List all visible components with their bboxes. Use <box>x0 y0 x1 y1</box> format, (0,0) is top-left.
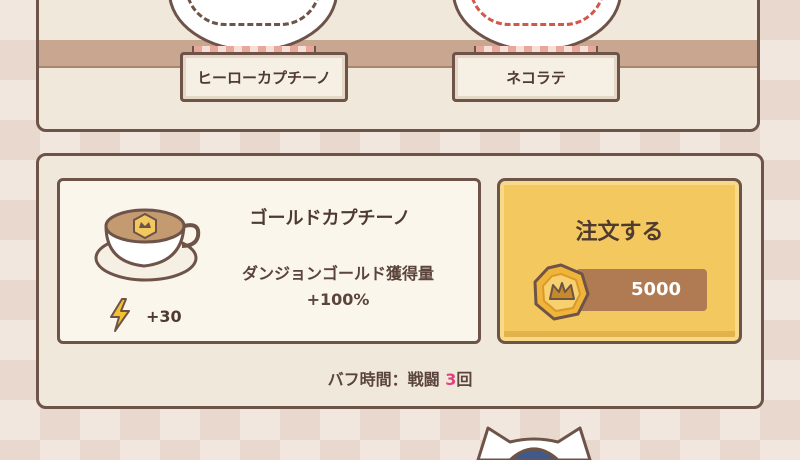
cat-character <box>476 426 592 460</box>
energy-cost: +30 <box>146 307 182 326</box>
shelf-item-label-hero-cappuccino[interactable]: ヒーローカプチーノ <box>180 52 348 102</box>
item-effect-description: ダンジョンゴールド獲得量 <box>241 264 434 283</box>
item-effect-value: +100% <box>306 290 370 309</box>
buff-battle-count: 3 <box>445 370 457 389</box>
shelf-item-label-neko-latte[interactable]: ネコラテ <box>452 52 620 102</box>
order-button-label: 注文する <box>575 220 664 245</box>
buff-duration: バフ時間：戦闘 3回 <box>300 366 500 390</box>
cup-latte-art <box>185 0 321 26</box>
gold-crown-coin-icon <box>533 263 590 321</box>
buff-suffix: 回 <box>456 370 473 389</box>
gold-cappuccino-cup-icon <box>94 208 201 282</box>
buff-prefix: バフ時間：戦闘 <box>327 370 440 389</box>
price-value: 5000 <box>630 279 682 300</box>
lightning-bolt-icon <box>110 298 130 332</box>
shelf-board <box>39 40 757 68</box>
cup-latte-art <box>469 0 605 26</box>
item-title: ゴールドカプチーノ <box>249 208 411 229</box>
